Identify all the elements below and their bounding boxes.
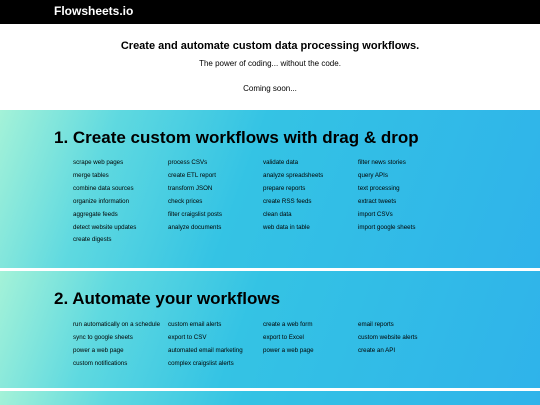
list-item: export to Excel bbox=[263, 333, 304, 341]
list-item: detect website updates bbox=[73, 223, 137, 231]
list-item: text processing bbox=[358, 184, 400, 192]
list-item: web data in table bbox=[263, 223, 310, 231]
section-create-workflows: 1. Create custom workflows with drag & d… bbox=[0, 110, 540, 268]
list-item: filter craigslist posts bbox=[168, 210, 222, 218]
list-item: extract tweets bbox=[358, 197, 397, 205]
list-item: complex craigslist alerts bbox=[168, 359, 234, 367]
list-item: power a web page bbox=[263, 346, 314, 354]
list-item: validate data bbox=[263, 159, 299, 166]
list-item: power a web page bbox=[73, 346, 124, 354]
list-item: create a web form bbox=[263, 321, 313, 328]
list-item: create ETL report bbox=[168, 171, 216, 179]
list-item: organize information bbox=[73, 197, 130, 205]
list-item: custom website alerts bbox=[358, 333, 418, 341]
section-title-create: 1. Create custom workflows with drag & d… bbox=[54, 128, 419, 147]
list-item: run automatically on a schedule bbox=[73, 321, 161, 328]
list-item: email reports bbox=[358, 321, 394, 328]
list-item: automated email marketing bbox=[168, 346, 243, 354]
brand-logo-link[interactable]: Flowsheets.io bbox=[54, 4, 133, 18]
hero-subtitle: The power of coding... without the code. bbox=[199, 59, 341, 68]
list-item: scrape web pages bbox=[73, 159, 124, 166]
list-item: transform JSON bbox=[168, 184, 213, 192]
list-item: merge tables bbox=[73, 171, 109, 179]
list-item: sync to google sheets bbox=[73, 333, 133, 341]
list-item: analyze documents bbox=[168, 223, 222, 231]
list-item: aggregate feeds bbox=[73, 210, 118, 218]
list-item: import CSVs bbox=[358, 210, 393, 218]
list-item: prepare reports bbox=[263, 184, 306, 192]
list-item: clean data bbox=[263, 210, 292, 218]
list-item: query APIs bbox=[358, 171, 388, 179]
list-item: filter news stories bbox=[358, 159, 406, 166]
section-title-automate: 2. Automate your workflows bbox=[54, 289, 281, 308]
coming-soon-text: Coming soon... bbox=[243, 84, 297, 93]
section-automate-workflows: 2. Automate your workflows run automatic… bbox=[0, 271, 540, 388]
top-navbar: Flowsheets.io bbox=[0, 0, 540, 24]
list-item: create digests bbox=[73, 236, 112, 244]
automate-examples-grid: run automatically on a schedule custom e… bbox=[73, 320, 453, 369]
create-examples-grid: scrape web pages process CSVs validate d… bbox=[73, 158, 453, 245]
list-item: custom email alerts bbox=[168, 321, 222, 328]
list-item: check prices bbox=[168, 197, 203, 205]
list-item: import google sheets bbox=[358, 223, 416, 231]
list-item: analyze spreadsheets bbox=[263, 171, 324, 179]
list-item: custom notifications bbox=[73, 359, 128, 367]
hero-title: Create and automate custom data processi… bbox=[120, 40, 420, 52]
list-item: create RSS feeds bbox=[263, 197, 312, 205]
list-item: process CSVs bbox=[168, 159, 208, 166]
section-next-partial bbox=[0, 391, 540, 405]
list-item: combine data sources bbox=[73, 184, 134, 192]
list-item: export to CSV bbox=[168, 333, 207, 341]
list-item: create an API bbox=[358, 346, 396, 354]
